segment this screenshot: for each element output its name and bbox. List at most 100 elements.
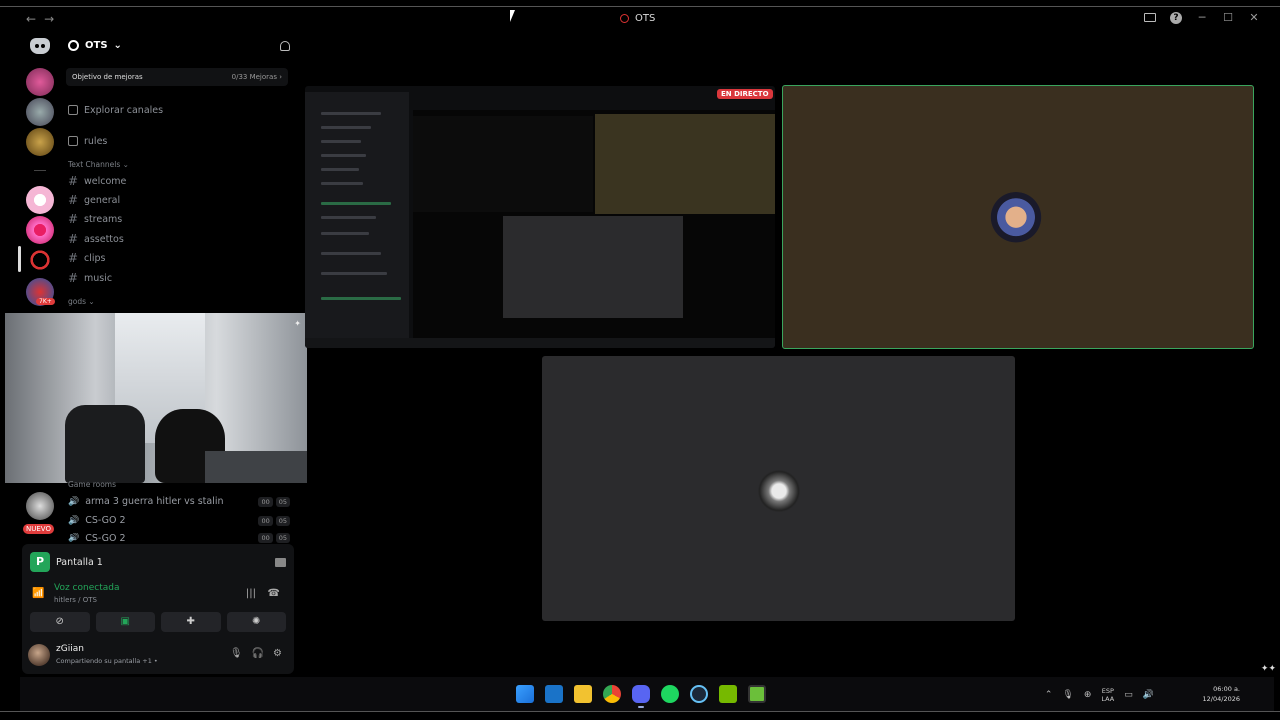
- voice-channel-label: arma 3 guerra hitler vs stalin: [85, 496, 224, 507]
- channel-welcome[interactable]: # welcome: [68, 173, 126, 189]
- mic-icon[interactable]: 🎙: [230, 648, 243, 659]
- file-explorer-icon[interactable]: [574, 685, 592, 703]
- discord-taskbar-icon[interactable]: [632, 685, 650, 708]
- voice-channel-label: CS-GO 2: [85, 533, 126, 543]
- channel-clips[interactable]: # clips: [68, 250, 105, 266]
- tray-mic-icon[interactable]: 🎙: [1062, 690, 1073, 700]
- headset-icon[interactable]: 🎧: [252, 648, 264, 659]
- channel-music[interactable]: # music: [68, 270, 112, 286]
- hash-icon: #: [68, 174, 79, 188]
- voice-status[interactable]: Voz conectada: [54, 583, 119, 593]
- taskbar-apps: [516, 685, 766, 708]
- discord-home-icon[interactable]: [30, 38, 50, 54]
- channel-rules[interactable]: rules: [68, 133, 107, 149]
- title-bar: ←→ OTS ? ─ ☐ ✕: [0, 8, 1280, 32]
- server-icon-ots[interactable]: [26, 246, 54, 274]
- boost-goal[interactable]: Objetivo de mejoras 0/33 Mejoras ›: [66, 68, 288, 86]
- maximize-button[interactable]: ☐: [1222, 11, 1234, 24]
- speaker-icon: 🔊: [68, 533, 80, 543]
- user-count: 00: [258, 496, 273, 507]
- steam-icon[interactable]: [690, 685, 708, 703]
- stream-tile-screen[interactable]: [305, 86, 775, 348]
- green-app-icon[interactable]: [748, 685, 766, 703]
- voice-channel[interactable]: 🔊 CS-GO 2 00 05: [68, 533, 290, 543]
- chrome-icon[interactable]: [603, 685, 621, 703]
- avatar[interactable]: [28, 644, 50, 666]
- outlook-icon[interactable]: [545, 685, 563, 703]
- nested-mini-screen: [413, 116, 593, 212]
- signal-icon[interactable]: 📶: [32, 588, 44, 599]
- add-user-icon[interactable]: [280, 41, 290, 51]
- streamer-logo: ✦: [294, 319, 301, 328]
- username[interactable]: zGiian: [56, 644, 84, 654]
- server-mini-icon: [68, 40, 79, 51]
- channel-streams[interactable]: # streams: [68, 211, 122, 227]
- server-icon-gold[interactable]: [26, 128, 54, 156]
- server-icon-grey[interactable]: [26, 98, 54, 126]
- nested-line: [321, 126, 371, 129]
- close-button[interactable]: ✕: [1248, 11, 1260, 24]
- forward-arrow-icon[interactable]: →: [44, 12, 62, 26]
- tray-volume-icon[interactable]: 🔊: [1143, 690, 1154, 700]
- participant-tile-speaking[interactable]: [782, 85, 1254, 349]
- category-text-channels[interactable]: Text Channels ⌄: [68, 160, 129, 169]
- hash-icon: #: [68, 232, 79, 246]
- channel-assettos[interactable]: # assettos: [68, 231, 124, 247]
- server-icon-pink[interactable]: [26, 68, 54, 96]
- noise-suppression-icon[interactable]: |||: [246, 588, 256, 599]
- server-icon-magenta[interactable]: [26, 216, 54, 244]
- nested-line: [321, 202, 391, 205]
- nested-line: [321, 168, 359, 171]
- tray-expand-icon[interactable]: ⌃: [1045, 690, 1053, 700]
- lang-code: ESP: [1101, 687, 1114, 695]
- settings-icon[interactable]: ⚙: [273, 648, 282, 659]
- window-controls: ? ─ ☐ ✕: [1144, 11, 1260, 24]
- clock[interactable]: 06:00 a. 12/04/2026: [1203, 684, 1240, 704]
- camera-off-button[interactable]: ⊘: [30, 612, 90, 632]
- channel-label: streams: [84, 213, 123, 225]
- hash-icon: #: [68, 251, 79, 265]
- minimize-button[interactable]: ─: [1196, 11, 1208, 24]
- back-arrow-icon[interactable]: ←: [26, 12, 44, 26]
- voice-channel-label: CS-GO 2: [85, 515, 126, 526]
- hash-icon: #: [68, 212, 79, 226]
- language-indicator[interactable]: ESP LAA: [1101, 687, 1114, 703]
- windows-start-icon[interactable]: [516, 685, 534, 703]
- spotify-icon[interactable]: [661, 685, 679, 703]
- tray-network-icon[interactable]: ⊕: [1084, 690, 1092, 700]
- screen-share-row[interactable]: P Pantalla 1: [30, 550, 286, 574]
- stop-stream-icon[interactable]: [275, 557, 286, 567]
- user-limit: 00 05: [258, 515, 290, 526]
- participant-tile[interactable]: [542, 356, 1015, 621]
- help-icon[interactable]: ?: [1170, 11, 1182, 24]
- nested-mini-grey: [503, 216, 683, 318]
- explore-channels[interactable]: Explorar canales: [68, 102, 163, 118]
- activity-button[interactable]: ✚: [161, 612, 221, 632]
- soundboard-button[interactable]: ✺: [226, 612, 286, 632]
- hash-icon: #: [68, 193, 79, 207]
- new-badge[interactable]: NUEVO: [23, 524, 54, 534]
- user-limit: 00 05: [258, 496, 290, 507]
- clock-time: 06:00 a.: [1213, 685, 1240, 693]
- server-icon-kitty[interactable]: [26, 186, 54, 214]
- channel-label: welcome: [84, 175, 127, 187]
- tray-display-icon[interactable]: ▭: [1124, 690, 1133, 700]
- category-game-rooms[interactable]: Game rooms: [68, 480, 116, 489]
- screen-share-icon[interactable]: [1144, 13, 1156, 22]
- channel-general[interactable]: # general: [68, 192, 120, 208]
- server-icon-dark[interactable]: [26, 492, 54, 520]
- boost-label: Objetivo de mejoras: [72, 73, 143, 81]
- voice-panel: P Pantalla 1 📶 Voz conectada hitlers / O…: [22, 544, 294, 674]
- channel-label: music: [84, 272, 113, 284]
- nav-arrows: ←→: [26, 12, 62, 26]
- voice-channel[interactable]: 🔊 arma 3 guerra hitler vs stalin 00 05: [68, 496, 290, 507]
- webcam-overlay: ✦: [5, 313, 307, 483]
- nvidia-icon[interactable]: [719, 685, 737, 703]
- user-max: 05: [275, 533, 290, 543]
- server-header[interactable]: OTS ⌄: [68, 40, 122, 51]
- voice-channel[interactable]: 🔊 CS-GO 2 00 05: [68, 515, 290, 526]
- disconnect-icon[interactable]: ☎: [268, 588, 280, 599]
- nested-discord-sidebar: [305, 92, 409, 342]
- screen-share-button[interactable]: ▣: [95, 612, 155, 632]
- category-gods[interactable]: gods ⌄: [68, 297, 95, 306]
